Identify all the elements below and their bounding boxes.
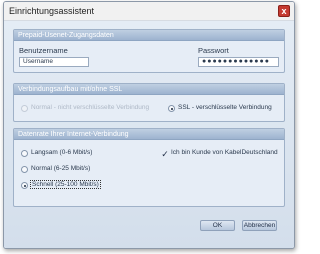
speed-fast-label[interactable]: Schnell (25-100 Mbit/s) bbox=[30, 180, 101, 189]
radio-ssl-connection[interactable] bbox=[168, 105, 175, 112]
normal-connection-label: Normal - nicht verschlüsselte Verbindung bbox=[31, 104, 150, 111]
username-field[interactable]: Username bbox=[19, 57, 89, 67]
close-button[interactable]: x bbox=[278, 5, 290, 17]
speed-slow-label[interactable]: Langsam (0-6 Mbit/s) bbox=[31, 149, 92, 156]
account-group-header: Prepaid-Usenet-Zugangsdaten bbox=[14, 30, 284, 41]
close-icon: x bbox=[281, 6, 287, 16]
radio-speed-normal[interactable] bbox=[21, 166, 28, 173]
speed-group-header: Datenrate Ihrer Internet-Verbindung bbox=[14, 129, 284, 140]
ok-button[interactable]: OK bbox=[200, 220, 235, 231]
radio-speed-fast[interactable] bbox=[21, 182, 28, 189]
setup-wizard-dialog: Einrichtungsassistent x Prepaid-Usenet-Z… bbox=[3, 1, 295, 249]
cancel-button[interactable]: Abbrechen bbox=[242, 220, 277, 231]
username-label: Benutzername bbox=[19, 46, 68, 55]
connection-group: Verbindungsaufbau mit/ohne SSL Normal - … bbox=[13, 83, 285, 122]
ssl-connection-label[interactable]: SSL - verschlüsselte Verbindung bbox=[178, 104, 272, 111]
dialog-body: Prepaid-Usenet-Zugangsdaten Benutzername… bbox=[4, 21, 294, 248]
radio-speed-slow[interactable] bbox=[21, 150, 28, 157]
connection-group-header: Verbindungsaufbau mit/ohne SSL bbox=[14, 84, 284, 95]
password-field[interactable]: ●●●●●●●●●●●●● bbox=[198, 57, 279, 67]
kabel-checkbox[interactable]: ✓ bbox=[161, 150, 169, 159]
radio-normal-connection bbox=[21, 105, 28, 112]
account-group: Prepaid-Usenet-Zugangsdaten Benutzername… bbox=[13, 29, 285, 73]
password-label: Passwort bbox=[198, 46, 229, 55]
title-bar[interactable]: Einrichtungsassistent x bbox=[4, 2, 294, 21]
window-title: Einrichtungsassistent bbox=[9, 6, 95, 16]
kabel-checkbox-label[interactable]: Ich bin Kunde von KabelDeutschland bbox=[171, 149, 278, 156]
speed-normal-label[interactable]: Normal (6-25 Mbit/s) bbox=[31, 165, 90, 172]
speed-group: Datenrate Ihrer Internet-Verbindung Lang… bbox=[13, 128, 285, 207]
